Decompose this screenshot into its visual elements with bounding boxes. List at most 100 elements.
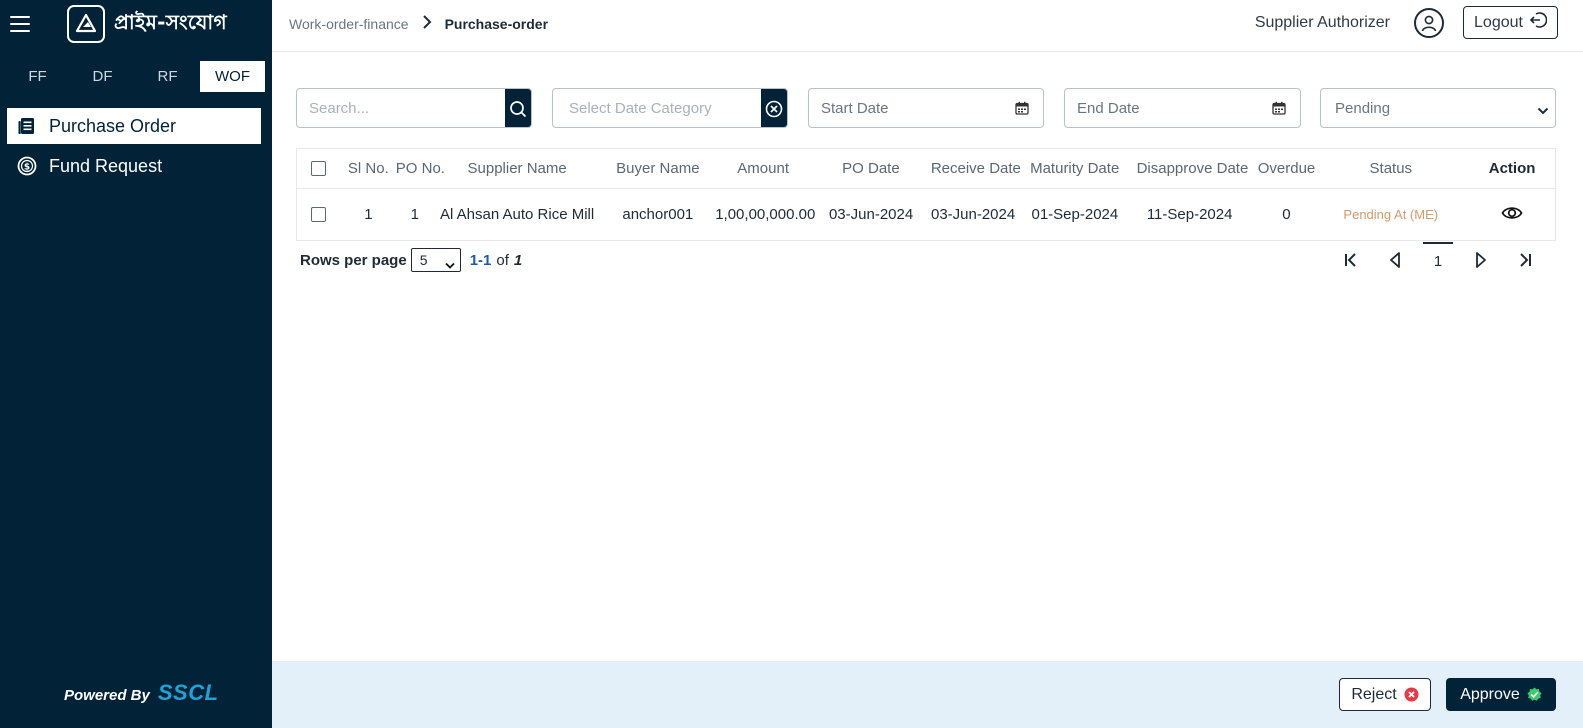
breadcrumb: Work-order-finance Purchase-order (289, 15, 548, 32)
table-header-row: Sl No. PO No. Supplier Name Buyer Name A… (297, 149, 1555, 189)
approve-check-icon (1527, 687, 1542, 702)
cell-maturity-date: 01-Sep-2024 (1031, 206, 1119, 223)
tab-df[interactable]: DF (70, 61, 135, 92)
chevron-down-icon (445, 257, 455, 273)
sscl-logo: SSCL (157, 680, 219, 705)
cell-action (1451, 205, 1555, 225)
top-header: Work-order-finance Purchase-order Suppli… (272, 0, 1583, 52)
sidebar-item-label: Purchase Order (49, 115, 177, 136)
search-input[interactable] (297, 89, 505, 127)
total-count: 1 (513, 251, 523, 269)
page-range: 1-1 (469, 251, 492, 269)
col-header-buyer-name: Buyer Name (616, 160, 700, 177)
search-box (296, 88, 532, 128)
select-all-checkbox[interactable] (311, 161, 327, 176)
prev-page-button[interactable] (1373, 242, 1417, 278)
search-button[interactable] (505, 89, 531, 127)
approve-label: Approve (1460, 685, 1520, 703)
first-page-icon (1345, 253, 1356, 267)
col-header-overdue: Overdue (1257, 160, 1316, 177)
row-select-cell (297, 207, 341, 222)
pagination-nav: 1 (1329, 242, 1547, 278)
purchase-order-table: Sl No. PO No. Supplier Name Buyer Name A… (296, 148, 1556, 241)
filter-bar: Start Date End Date Pending (296, 88, 1556, 128)
sidebar-header: প্রাইম-সংযোগ (0, 0, 272, 48)
status-select[interactable]: Pending (1320, 88, 1556, 128)
calendar-icon (1015, 101, 1029, 119)
sidebar-item-purchase-order[interactable]: Purchase Order (7, 108, 261, 144)
reject-button[interactable]: Reject (1339, 678, 1431, 711)
approve-button[interactable]: Approve (1446, 678, 1556, 711)
cell-po-no: 1 (410, 206, 419, 223)
cell-supplier-name: Al Ahsan Auto Rice Mill (439, 206, 595, 223)
cell-overdue: 0 (1282, 206, 1291, 223)
status-select-value: Pending (1335, 99, 1391, 117)
sidebar-item-label: Fund Request (49, 155, 163, 176)
of-label: of (496, 251, 509, 269)
logout-icon (1529, 11, 1548, 34)
col-header-supplier-name: Supplier Name (467, 160, 567, 177)
sidebar: প্রাইম-সংযোগ FF DF RF WOF Purchase Order (0, 0, 272, 728)
last-page-icon (1520, 253, 1531, 267)
col-header-sl-no: Sl No. (347, 160, 389, 177)
row-checkbox[interactable] (311, 207, 327, 222)
start-date-field[interactable]: Start Date (808, 88, 1044, 128)
table-row[interactable]: 1 1 Al Ahsan Auto Rice Mill anchor001 1,… (297, 189, 1555, 240)
user-avatar-icon[interactable] (1414, 8, 1444, 38)
cell-amount: 1,00,00,000.00 (715, 206, 816, 223)
finance-type-tabs: FF DF RF WOF (5, 61, 265, 92)
document-list-icon (17, 116, 37, 136)
start-date-placeholder: Start Date (821, 99, 889, 117)
brand-logo-icon (67, 5, 105, 43)
cell-receive-date: 03-Jun-2024 (930, 206, 1016, 223)
reject-x-circle-icon (1404, 687, 1419, 702)
cell-status: Pending At (ME) (1330, 206, 1451, 223)
rows-per-page-label: Rows per page (300, 251, 407, 269)
tab-ff[interactable]: FF (5, 61, 70, 92)
sidebar-menu: Purchase Order $ Fund Request (7, 108, 261, 188)
col-header-receive-date: Receive Date (930, 160, 1021, 177)
chevron-left-icon (1390, 252, 1400, 268)
cell-buyer-name: anchor001 (622, 206, 694, 223)
dollar-circle-icon: $ (17, 156, 37, 176)
reject-label: Reject (1351, 685, 1397, 703)
clear-date-category-button[interactable] (761, 89, 787, 127)
col-header-action: Action (1488, 160, 1536, 177)
tab-rf[interactable]: RF (135, 61, 200, 92)
status-badge: Pending At (ME) (1343, 207, 1439, 222)
col-header-maturity-date: Maturity Date (1030, 160, 1120, 177)
breadcrumb-purchase-order: Purchase-order (444, 15, 549, 32)
end-date-field[interactable]: End Date (1064, 88, 1301, 128)
date-category-input[interactable] (553, 89, 761, 127)
first-page-button[interactable] (1329, 242, 1373, 278)
logout-button[interactable]: Logout (1463, 6, 1558, 39)
col-header-amount: Amount (737, 160, 789, 177)
end-date-placeholder: End Date (1077, 99, 1140, 117)
action-footer: Reject Approve (272, 661, 1583, 728)
chevron-right-icon (1476, 252, 1486, 268)
search-icon (510, 101, 527, 118)
cell-po-date: 03-Jun-2024 (828, 206, 914, 223)
hamburger-menu-icon[interactable] (10, 16, 30, 32)
user-role: Supplier Authorizer (1254, 14, 1390, 31)
last-page-button[interactable] (1503, 242, 1547, 278)
sidebar-item-fund-request[interactable]: $ Fund Request (7, 148, 261, 184)
brand-name: প্রাইম-সংযোগ (114, 9, 227, 34)
svg-text:$: $ (24, 163, 30, 173)
next-page-button[interactable] (1459, 242, 1503, 278)
pagination-info: Rows per page 5 1-1 of 1 (300, 248, 522, 272)
current-page[interactable]: 1 (1423, 242, 1453, 278)
clear-circle-icon (765, 100, 783, 118)
rows-per-page-value: 5 (419, 252, 428, 268)
logout-label: Logout (1474, 13, 1523, 31)
breadcrumb-work-order-finance[interactable]: Work-order-finance (289, 16, 409, 32)
tab-wof[interactable]: WOF (200, 61, 265, 92)
cell-disapprove-date: 11-Sep-2024 (1146, 206, 1233, 223)
col-header-status: Status (1369, 160, 1413, 177)
chevron-down-icon (1537, 103, 1549, 120)
cell-sl-no: 1 (364, 206, 373, 223)
rows-per-page-select[interactable]: 5 (410, 248, 461, 273)
col-header-po-no: PO No. (395, 160, 445, 177)
view-eye-icon[interactable] (1501, 205, 1523, 221)
select-all-cell (297, 161, 341, 176)
